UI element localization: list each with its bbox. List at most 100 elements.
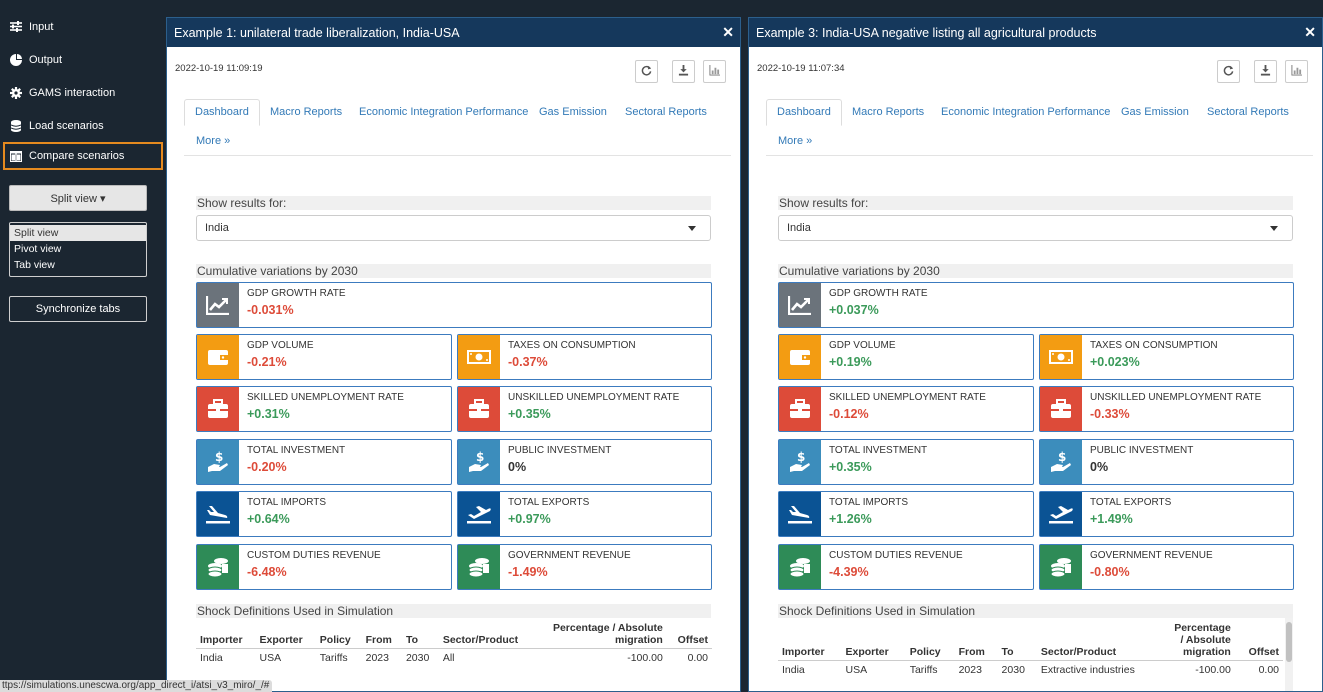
panel-header: Example 1: unilateral trade liberalizati… — [167, 18, 740, 47]
kpi-label: UNSKILLED UNEMPLOYMENT RATE — [1090, 392, 1262, 403]
sidebar-item-compare-scenarios[interactable]: Compare scenarios — [3, 142, 163, 170]
tab-sectoral-reports[interactable]: Sectoral Reports — [625, 101, 707, 123]
sidebar-item-label: Output — [29, 53, 63, 66]
column-header-exporter[interactable]: Exporter — [255, 622, 316, 649]
menu-item-split-view[interactable]: Split view — [10, 225, 146, 241]
kpi-value: -0.12% — [829, 407, 869, 421]
column-header-from[interactable]: From — [361, 622, 402, 649]
show-results-label: Show results for: — [778, 196, 1293, 210]
column-header-percentage[interactable]: Percentage / Absolute migration — [1164, 622, 1235, 661]
column-header-importer[interactable]: Importer — [196, 622, 256, 649]
download-button[interactable] — [672, 60, 695, 83]
sidebar: Input Output GAMS interaction Load scena… — [0, 10, 165, 692]
tab-macro-reports[interactable]: Macro Reports — [852, 101, 924, 123]
briefcase-icon — [779, 387, 821, 431]
sidebar-item-output[interactable]: Output — [0, 43, 165, 76]
table-cell: India — [782, 664, 805, 676]
briefcase-icon — [458, 387, 500, 431]
show-results-label: Show results for: — [196, 196, 711, 210]
refresh-icon — [641, 65, 652, 79]
download-icon — [678, 64, 689, 79]
menu-item-tab-view[interactable]: Tab view — [10, 257, 146, 273]
tab-gas-emission[interactable]: Gas Emission — [1121, 101, 1189, 123]
column-header-from[interactable]: From — [954, 622, 998, 661]
close-icon[interactable]: ✕ — [1304, 24, 1316, 41]
kpi-public-investment: $ PUBLIC INVESTMENT 0% — [457, 439, 712, 485]
scrollbar-thumb[interactable] — [1286, 622, 1292, 662]
table-cell: -100.00 — [627, 652, 663, 664]
line-chart-icon — [779, 283, 821, 327]
column-header-importer[interactable]: Importer — [778, 622, 842, 661]
column-header-policy[interactable]: Policy — [905, 622, 955, 661]
kpi-label: TOTAL EXPORTS — [508, 497, 590, 508]
table-header-row: Importer Exporter Policy From To Sector/… — [778, 622, 1283, 661]
tab-economic-integration-performance[interactable]: Economic Integration Performance — [941, 101, 1110, 123]
shock-definitions-table: Importer Exporter Policy From To Sector/… — [196, 622, 712, 667]
sidebar-item-label: Load scenarios — [29, 119, 104, 132]
scenario-panel-2: Example 3: India-USA negative listing al… — [748, 17, 1323, 692]
table-scrollbar[interactable] — [1285, 618, 1293, 691]
tab-bar: Dashboard Macro Reports Economic Integra… — [766, 99, 1313, 156]
kpi-value: -4.39% — [829, 565, 869, 579]
kpi-value: +0.19% — [829, 355, 872, 369]
tab-more[interactable]: More » — [778, 130, 812, 152]
table-cell: USA — [845, 664, 868, 676]
table-cell: 0.00 — [687, 652, 708, 664]
column-header-offset[interactable]: Offset — [666, 622, 712, 649]
table-cell: 2023 — [958, 664, 982, 676]
table-cell: All — [442, 652, 455, 664]
refresh-button[interactable] — [635, 60, 658, 83]
kpi-skilled-unemployment-rate: SKILLED UNEMPLOYMENT RATE +0.31% — [196, 386, 452, 432]
sidebar-item-input[interactable]: Input — [0, 10, 165, 43]
kpi-skilled-unemployment-rate: SKILLED UNEMPLOYMENT RATE -0.12% — [778, 386, 1034, 432]
chart-view-button[interactable] — [703, 60, 726, 83]
table-cell: Tariffs — [319, 652, 348, 664]
kpi-value: +0.64% — [247, 512, 290, 526]
tab-gas-emission[interactable]: Gas Emission — [539, 101, 607, 123]
panel-timestamp: 2022-10-19 11:07:34 — [757, 63, 845, 74]
column-header-to[interactable]: To — [401, 622, 439, 649]
split-view-button[interactable]: Split view ▾ — [9, 185, 147, 211]
panel-title: Example 1: unilateral trade liberalizati… — [174, 25, 460, 40]
column-header-sector-product[interactable]: Sector/Product — [1036, 622, 1165, 661]
kpi-value: -0.21% — [247, 355, 287, 369]
column-header-offset[interactable]: Offset — [1234, 622, 1283, 661]
table-header-row: Importer Exporter Policy From To Sector/… — [196, 622, 712, 649]
tab-macro-reports[interactable]: Macro Reports — [270, 101, 342, 123]
tab-sectoral-reports[interactable]: Sectoral Reports — [1207, 101, 1289, 123]
tab-more[interactable]: More » — [196, 130, 230, 152]
hand-dollar-icon: $ — [779, 440, 821, 484]
sidebar-item-load-scenarios[interactable]: Load scenarios — [0, 109, 165, 142]
menu-item-pivot-view[interactable]: Pivot view — [10, 241, 146, 257]
plane-arrival-icon — [779, 492, 821, 536]
column-header-exporter[interactable]: Exporter — [841, 622, 906, 661]
close-icon[interactable]: ✕ — [722, 24, 734, 41]
download-button[interactable] — [1254, 60, 1277, 83]
sidebar-item-gams-interaction[interactable]: GAMS interaction — [0, 76, 165, 109]
refresh-icon — [1223, 65, 1234, 79]
column-header-sector-product[interactable]: Sector/Product — [438, 622, 537, 649]
table-cell: India — [200, 652, 223, 664]
tab-dashboard[interactable]: Dashboard — [184, 99, 260, 126]
shock-definitions-label: Shock Definitions Used in Simulation — [196, 604, 711, 618]
country-select-value: India — [787, 222, 811, 234]
synchronize-tabs-button[interactable]: Synchronize tabs — [9, 296, 147, 322]
tab-economic-integration-performance[interactable]: Economic Integration Performance — [359, 101, 528, 123]
tab-dashboard[interactable]: Dashboard — [766, 99, 842, 126]
table-cell: Tariffs — [909, 664, 938, 676]
plane-departure-icon — [458, 492, 500, 536]
sliders-icon — [9, 20, 23, 34]
column-header-policy[interactable]: Policy — [315, 622, 362, 649]
country-select[interactable]: India — [196, 215, 711, 241]
kpi-label: TOTAL INVESTMENT — [247, 445, 346, 456]
kpi-value: +0.35% — [508, 407, 551, 421]
column-header-to[interactable]: To — [997, 622, 1037, 661]
column-header-percentage[interactable]: Percentage / Absolute migration — [536, 622, 667, 649]
coins-icon — [779, 545, 821, 589]
wallet-icon — [779, 335, 821, 379]
cumulative-variations-label: Cumulative variations by 2030 — [778, 264, 1293, 278]
refresh-button[interactable] — [1217, 60, 1240, 83]
country-select[interactable]: India — [778, 215, 1293, 241]
chart-view-button[interactable] — [1285, 60, 1308, 83]
kpi-label: PUBLIC INVESTMENT — [508, 445, 612, 456]
